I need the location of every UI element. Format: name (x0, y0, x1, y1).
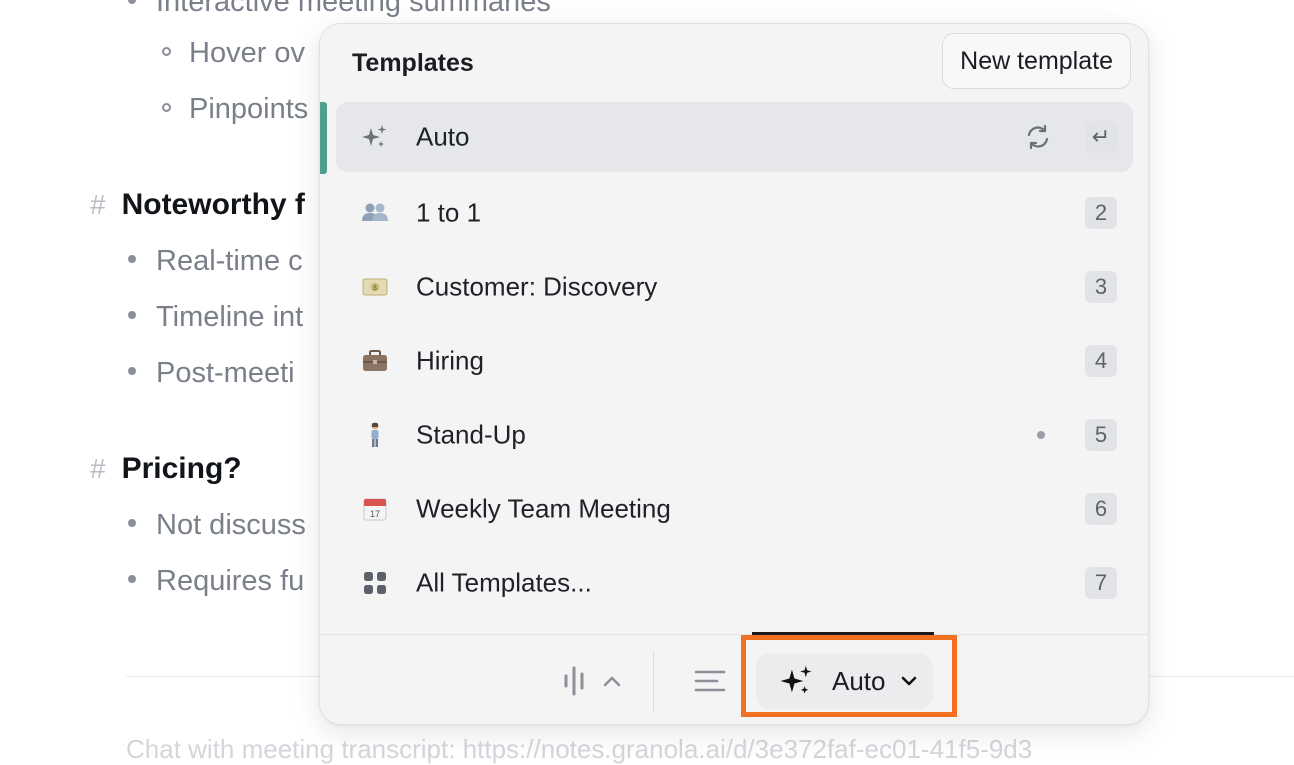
chevron-up-icon[interactable] (598, 667, 626, 695)
text-align-icon[interactable] (690, 663, 730, 699)
template-item-weekly-team-meeting[interactable]: 17 Weekly Team Meeting 6 (336, 472, 1133, 546)
template-label: All Templates... (416, 567, 592, 598)
bullet-icon (128, 519, 136, 528)
enter-key-icon: ↵ (1085, 121, 1117, 153)
list-item: Post-meeti (128, 355, 295, 391)
popover-title: Templates (352, 49, 474, 77)
template-item-hiring[interactable]: Hiring 4 (336, 324, 1133, 398)
list-item: Interactive meeting summaries (128, 0, 551, 20)
template-item-all-templates[interactable]: All Templates... 7 (336, 546, 1133, 620)
money-icon: $ (358, 272, 392, 302)
template-item-auto[interactable]: Auto ↵ (336, 102, 1133, 172)
grid-icon (358, 568, 392, 598)
template-label: Weekly Team Meeting (416, 493, 671, 524)
template-selector-label: Auto (832, 665, 886, 696)
bullet-icon (128, 367, 136, 376)
selection-accent-bar (320, 102, 327, 174)
shortcut-badge: 7 (1085, 567, 1117, 599)
briefcase-icon (358, 346, 392, 376)
bullet-icon (128, 0, 136, 5)
list-item: Real-time c (128, 243, 303, 279)
sparkles-icon (358, 122, 392, 152)
shortcut-badge: 4 (1085, 345, 1117, 377)
list-item: Pinpoints (162, 91, 308, 127)
chevron-down-icon (900, 675, 918, 687)
person-standing-icon (358, 420, 392, 450)
new-template-button[interactable]: New template (942, 33, 1131, 89)
template-selector-button[interactable]: Auto (756, 653, 933, 709)
list-item: Timeline int (128, 299, 303, 335)
template-label: 1 to 1 (416, 197, 482, 228)
sub-bullet-icon (162, 46, 171, 56)
refresh-icon[interactable] (1023, 122, 1053, 152)
calendar-icon: 17 (358, 494, 392, 524)
sub-bullet-icon (162, 102, 171, 112)
shortcut-badge: 3 (1085, 271, 1117, 303)
templates-list: Auto ↵ 1 to 1 2 $ Customer: Discovery 3 … (336, 102, 1133, 620)
section-heading: # Pricing? (90, 452, 242, 485)
svg-text:17: 17 (370, 509, 380, 519)
template-item-1-to-1[interactable]: 1 to 1 2 (336, 176, 1133, 250)
bullet-icon (128, 575, 136, 584)
shortcut-badge: 2 (1085, 197, 1117, 229)
sparkles-icon (778, 662, 816, 700)
template-item-stand-up[interactable]: Stand-Up 5 (336, 398, 1133, 472)
list-item: Not discuss (128, 507, 306, 543)
status-dot-icon (1037, 431, 1045, 439)
bottom-toolbar: Auto (320, 634, 1148, 724)
toolbar-divider (653, 651, 654, 713)
shortcut-badge: 5 (1085, 419, 1117, 451)
list-item: Requires fu (128, 563, 304, 599)
template-label: Stand-Up (416, 419, 526, 450)
template-label: Hiring (416, 345, 484, 376)
people-icon (358, 198, 392, 228)
template-label: Auto (416, 121, 470, 152)
section-heading: # Noteworthy f (90, 188, 305, 221)
svg-text:$: $ (373, 285, 377, 292)
template-item-customer-discovery[interactable]: $ Customer: Discovery 3 (336, 250, 1133, 324)
templates-popover: Templates New template Auto ↵ 1 to 1 2 $… (319, 23, 1149, 725)
audio-waveform-icon[interactable] (556, 663, 592, 699)
template-label: Customer: Discovery (416, 271, 658, 302)
selector-top-edge (752, 632, 934, 635)
list-item: Hover ov (162, 35, 305, 71)
shortcut-badge: 6 (1085, 493, 1117, 525)
bullet-icon (128, 311, 136, 320)
bullet-icon (128, 255, 136, 264)
